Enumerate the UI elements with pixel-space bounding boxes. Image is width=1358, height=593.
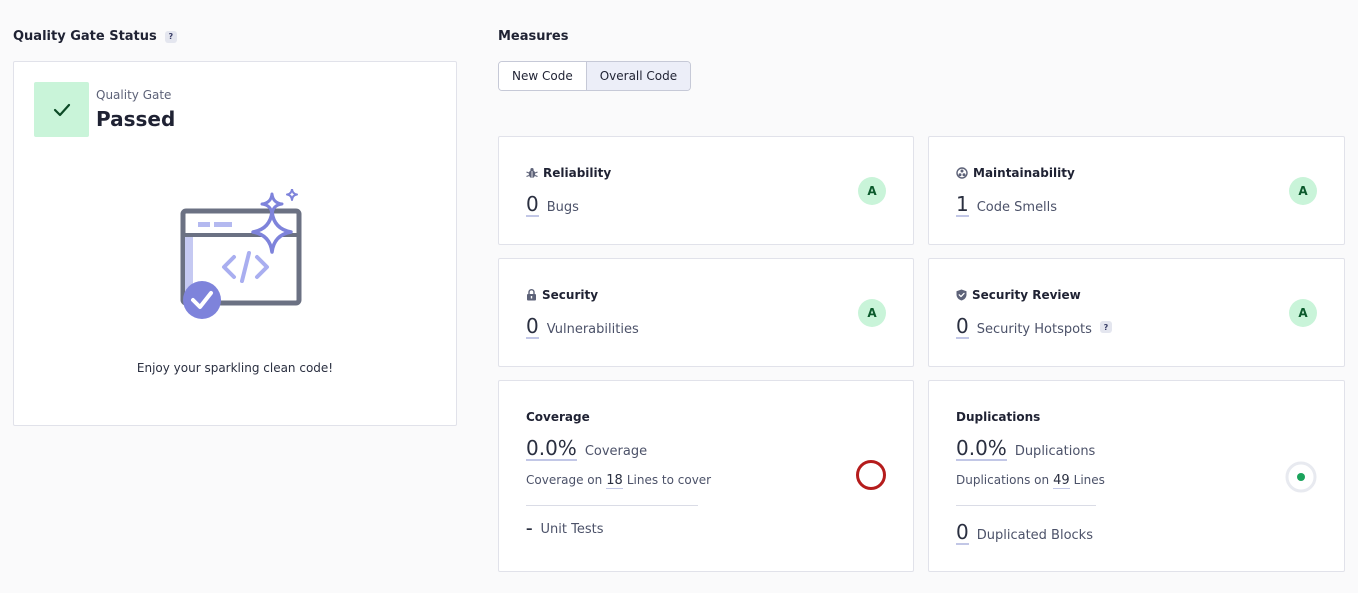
help-icon[interactable]: ? (1099, 321, 1112, 333)
maintainability-card: Maintainability 1 Code Smells A (928, 136, 1345, 245)
security-value-row: 0 Vulnerabilities (526, 315, 639, 339)
unit-tests-row: – Unit Tests (526, 522, 603, 537)
lines-to-cover-suffix: Lines to cover (626, 473, 712, 487)
security-card: Security 0 Vulnerabilities A (498, 258, 914, 367)
reliability-header: Reliability (526, 166, 611, 180)
security-hotspots-value-link[interactable]: 0 (956, 315, 969, 339)
coverage-value-link[interactable]: 0.0% (526, 437, 577, 461)
reliability-rating[interactable]: A (858, 177, 886, 205)
duplicated-blocks-label: Duplicated Blocks (976, 528, 1093, 543)
coverage-header: Coverage (526, 410, 590, 424)
tab-new-code[interactable]: New Code (499, 62, 586, 90)
clean-code-illustration (164, 188, 309, 323)
coverage-value-row: 0.0% Coverage (526, 437, 647, 461)
security-review-value-row: 0 Security Hotspots ? (956, 315, 1112, 339)
security-hotspots-label: Security Hotspots (976, 322, 1092, 337)
lock-icon (527, 289, 536, 301)
quality-gate-section-title: Quality Gate Status ? (13, 29, 177, 44)
maintainability-header: Maintainability (956, 166, 1075, 180)
duplications-label: Duplications (1014, 444, 1096, 459)
quality-gate-card: Quality Gate Passed Enjoy your sparkling… (13, 61, 457, 426)
lines-to-cover-value-link[interactable]: 18 (606, 473, 623, 489)
bugs-label: Bugs (546, 200, 579, 215)
duplications-card: Duplications 0.0% Duplications Duplicati… (928, 380, 1345, 572)
coverage-card: Coverage 0.0% Coverage Coverage on 18 Li… (498, 380, 914, 572)
bugs-value-link[interactable]: 0 (526, 193, 539, 217)
unit-tests-label: Unit Tests (540, 522, 604, 537)
quality-gate-message: Enjoy your sparkling clean code! (136, 361, 334, 375)
quality-gate-title-text: Quality Gate Status (13, 29, 157, 44)
code-smells-label: Code Smells (976, 200, 1058, 215)
duplications-divider (956, 505, 1096, 506)
quality-gate-status: Passed (96, 107, 176, 131)
reliability-card: Reliability 0 Bugs A (498, 136, 914, 245)
maintainability-rating[interactable]: A (1289, 177, 1317, 205)
duplicated-blocks-row: 0 Duplicated Blocks (956, 521, 1093, 545)
unit-tests-value: – (526, 522, 533, 537)
maintainability-title: Maintainability (973, 166, 1075, 180)
help-icon[interactable]: ? (164, 30, 177, 43)
security-review-title: Security Review (972, 288, 1081, 302)
duplications-dot-icon[interactable] (1285, 461, 1317, 497)
coverage-divider (526, 505, 698, 506)
duplicated-lines-value-link[interactable]: 49 (1053, 473, 1070, 489)
lines-to-cover-row: Coverage on 18 Lines to cover (526, 473, 711, 489)
coverage-title: Coverage (526, 410, 590, 424)
security-header: Security (526, 288, 598, 302)
reliability-value-row: 0 Bugs (526, 193, 579, 217)
measures-section-title: Measures (498, 29, 569, 44)
coverage-ring-icon[interactable] (855, 459, 887, 495)
coverage-label: Coverage (584, 444, 648, 459)
duplications-header: Duplications (956, 410, 1040, 424)
maintainability-icon (956, 167, 968, 179)
vulnerabilities-label: Vulnerabilities (546, 322, 639, 337)
bug-icon (526, 168, 538, 178)
duplicated-lines-suffix: Lines (1073, 473, 1105, 487)
vulnerabilities-value-link[interactable]: 0 (526, 315, 539, 339)
lines-to-cover-prefix: Coverage on (526, 473, 603, 487)
duplications-title: Duplications (956, 410, 1041, 424)
security-review-rating[interactable]: A (1289, 299, 1317, 327)
security-review-card: Security Review 0 Security Hotspots ? A (928, 258, 1345, 367)
security-review-header: Security Review (956, 288, 1081, 302)
code-smells-value-link[interactable]: 1 (956, 193, 969, 217)
code-period-toggle: New Code Overall Code (498, 61, 692, 91)
quality-gate-label: Quality Gate (96, 88, 172, 102)
passed-check-icon (34, 82, 89, 137)
security-title: Security (542, 288, 599, 302)
reliability-title: Reliability (543, 166, 612, 180)
duplicated-blocks-value-link[interactable]: 0 (956, 521, 969, 545)
duplicated-lines-prefix: Duplications on (956, 473, 1050, 487)
security-rating[interactable]: A (858, 299, 886, 327)
duplicated-lines-row: Duplications on 49 Lines (956, 473, 1105, 489)
maintainability-value-row: 1 Code Smells (956, 193, 1057, 217)
duplications-value-link[interactable]: 0.0% (956, 437, 1007, 461)
tab-overall-code[interactable]: Overall Code (585, 62, 691, 90)
shield-icon (956, 289, 967, 301)
duplications-value-row: 0.0% Duplications (956, 437, 1095, 461)
